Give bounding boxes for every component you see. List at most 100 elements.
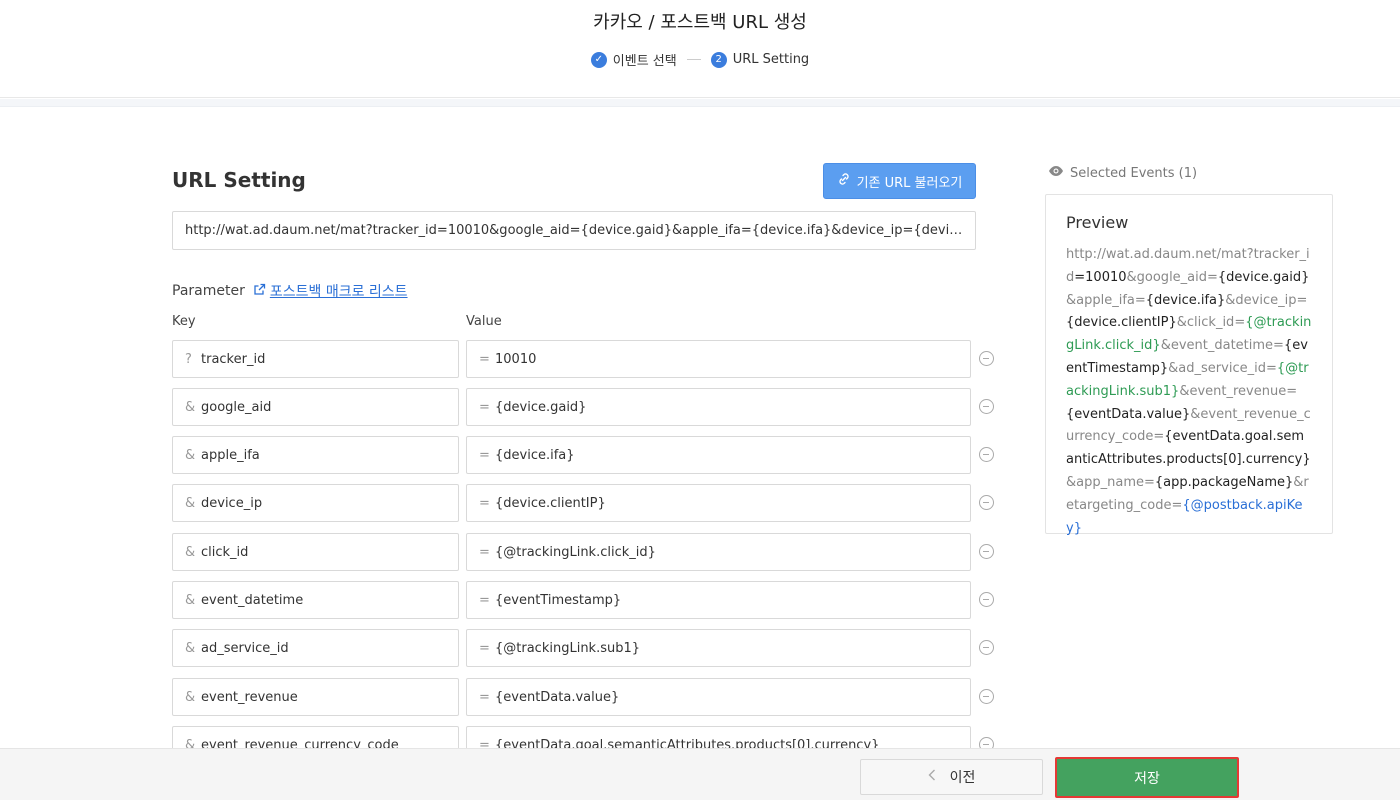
- parameter-key: google_aid: [201, 399, 272, 415]
- key-prefix: &: [185, 689, 196, 705]
- footer-bar: 이전 저장: [0, 748, 1400, 800]
- parameter-key-field[interactable]: & google_aid: [172, 388, 459, 426]
- parameter-key-field[interactable]: & device_ip: [172, 484, 459, 522]
- minus-circle-icon[interactable]: [979, 447, 994, 462]
- header-divider-bar: [0, 99, 1400, 107]
- preview-segment: &click_id=: [1176, 315, 1246, 331]
- macro-list-link[interactable]: 포스트백 매크로 리스트: [253, 281, 408, 301]
- parameter-value: {eventTimestamp}: [495, 592, 622, 608]
- parameter-value-field[interactable]: = {eventData.value}: [466, 678, 971, 716]
- minus-circle-icon[interactable]: [979, 737, 994, 748]
- parameter-row: ? tracker_id = 10010: [172, 340, 1002, 378]
- parameter-label: Parameter: [172, 283, 245, 299]
- parameter-value: 10010: [495, 351, 537, 367]
- step-number-badge: 2: [710, 51, 727, 68]
- parameter-key: apple_ifa: [201, 447, 260, 463]
- postback-url-field[interactable]: http://wat.ad.daum.net/mat?tracker_id=10…: [172, 211, 976, 250]
- parameter-key-field[interactable]: & ad_service_id: [172, 629, 459, 667]
- parameter-value: {device.ifa}: [495, 447, 575, 463]
- parameter-value: {@trackingLink.click_id}: [495, 544, 656, 560]
- minus-circle-icon[interactable]: [979, 351, 994, 366]
- parameter-key: event_revenue_currency_code: [201, 737, 399, 749]
- selected-events-toggle[interactable]: Selected Events (1): [1048, 165, 1197, 181]
- parameter-value: {eventData.goal.semanticAttributes.produ…: [495, 737, 880, 749]
- parameter-value: {device.clientIP}: [495, 495, 606, 511]
- key-prefix: &: [185, 399, 196, 415]
- key-prefix: &: [185, 544, 196, 560]
- parameter-key-field[interactable]: & event_revenue: [172, 678, 459, 716]
- parameter-key-field[interactable]: & event_datetime: [172, 581, 459, 619]
- parameter-value-field[interactable]: = {@trackingLink.click_id}: [466, 533, 971, 571]
- parameter-key: tracker_id: [201, 351, 266, 367]
- minus-circle-icon[interactable]: [979, 399, 994, 414]
- minus-circle-icon[interactable]: [979, 495, 994, 510]
- parameter-value-field[interactable]: = {eventTimestamp}: [466, 581, 971, 619]
- preview-segment: &event_revenue=: [1179, 383, 1298, 399]
- parameter-row: & event_revenue_currency_code = {eventData…: [172, 726, 1002, 748]
- chevron-left-icon: [928, 769, 936, 785]
- equals-sign: =: [479, 495, 490, 511]
- page-header: 카카오 / 포스트백 URL 생성 ✓ 이벤트 선택 2 URL Setting: [0, 0, 1400, 98]
- equals-sign: =: [479, 447, 490, 463]
- minus-circle-icon[interactable]: [979, 689, 994, 704]
- equals-sign: =: [479, 399, 490, 415]
- preview-segment: {device.gaid}: [1217, 269, 1310, 285]
- parameter-value-field[interactable]: = {eventData.goal.semanticAttributes.prod…: [466, 726, 971, 748]
- parameter-row: & apple_ifa = {device.ifa}: [172, 436, 1002, 474]
- parameter-value-field[interactable]: = {device.clientIP}: [466, 484, 971, 522]
- parameter-row: & device_ip = {device.clientIP}: [172, 484, 1002, 522]
- equals-sign: =: [479, 544, 490, 560]
- link-icon: [837, 172, 851, 190]
- save-button-label: 저장: [1134, 770, 1160, 787]
- key-column-header: Key: [172, 314, 196, 329]
- parameter-row: & click_id = {@trackingLink.click_id}: [172, 533, 1002, 571]
- postback-url-value: http://wat.ad.daum.net/mat?tracker_id=10…: [185, 223, 963, 238]
- minus-circle-icon[interactable]: [979, 544, 994, 559]
- preview-title: Preview: [1066, 213, 1129, 232]
- parameter-key: click_id: [201, 544, 249, 560]
- save-button[interactable]: 저장: [1055, 757, 1239, 798]
- key-prefix: &: [185, 640, 196, 656]
- equals-sign: =: [479, 737, 490, 749]
- parameter-value-field[interactable]: = {@trackingLink.sub1}: [466, 629, 971, 667]
- page-title: 카카오 / 포스트백 URL 생성: [593, 12, 807, 33]
- equals-sign: =: [479, 640, 490, 656]
- parameter-value: {eventData.value}: [495, 689, 620, 705]
- step-event-select: ✓ 이벤트 선택: [590, 50, 677, 69]
- equals-sign: =: [479, 689, 490, 705]
- selected-events-label: Selected Events (1): [1070, 165, 1198, 181]
- preview-url: http://wat.ad.daum.net/mat?tracker_id=10…: [1066, 244, 1312, 540]
- parameter-key-field[interactable]: & click_id: [172, 533, 459, 571]
- parameter-list: ? tracker_id = 10010 & google_aid = {device.…: [172, 340, 1002, 748]
- stepper: ✓ 이벤트 선택 2 URL Setting: [0, 50, 1400, 69]
- load-existing-url-button[interactable]: 기존 URL 불러오기: [823, 163, 976, 199]
- parameter-row: & google_aid = {device.gaid}: [172, 388, 1002, 426]
- parameter-row: & ad_service_id = {@trackingLink.sub1}: [172, 629, 1002, 667]
- parameter-key-field[interactable]: & apple_ifa: [172, 436, 459, 474]
- minus-circle-icon[interactable]: [979, 592, 994, 607]
- parameter-key: device_ip: [201, 495, 263, 511]
- parameter-value-field[interactable]: = 10010: [466, 340, 971, 378]
- parameter-value-field[interactable]: = {device.ifa}: [466, 436, 971, 474]
- key-prefix: ?: [185, 351, 192, 367]
- preview-segment: &google_aid=: [1126, 269, 1218, 285]
- load-existing-url-label: 기존 URL 불러오기: [856, 175, 963, 191]
- preview-segment: &event_datetime=: [1160, 338, 1284, 354]
- parameter-key-field[interactable]: & event_revenue_currency_code: [172, 726, 459, 748]
- parameter-value: {@trackingLink.sub1}: [495, 640, 641, 656]
- step-label: 이벤트 선택: [612, 54, 677, 69]
- minus-circle-icon[interactable]: [979, 640, 994, 655]
- preview-segment: &apple_ifa=: [1066, 292, 1146, 308]
- parameter-key: ad_service_id: [201, 640, 289, 656]
- preview-segment: {app.packageName}: [1154, 474, 1294, 490]
- key-prefix: &: [185, 495, 196, 511]
- key-prefix: &: [185, 737, 196, 749]
- parameter-value-field[interactable]: = {device.gaid}: [466, 388, 971, 426]
- previous-button[interactable]: 이전: [860, 759, 1043, 795]
- preview-segment: =10010: [1074, 269, 1127, 285]
- parameter-key-field[interactable]: ? tracker_id: [172, 340, 459, 378]
- section-title: URL Setting: [172, 168, 306, 192]
- parameter-header: Parameter 포스트백 매크로 리스트: [172, 281, 408, 301]
- parameter-value: {device.gaid}: [495, 399, 587, 415]
- value-column-header: Value: [466, 314, 502, 329]
